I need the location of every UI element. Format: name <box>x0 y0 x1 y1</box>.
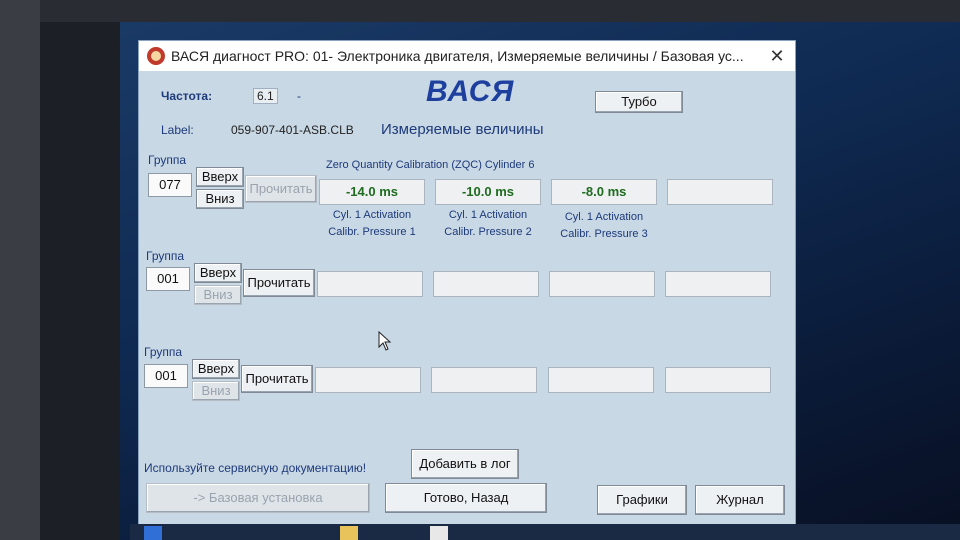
group-2-read-button[interactable]: Прочитать <box>243 269 315 297</box>
group-3-cell-4 <box>665 367 771 393</box>
group-2-up-button[interactable]: Вверх <box>194 263 242 283</box>
group-1-caption: Группа <box>148 153 187 167</box>
group-2-cell-4 <box>665 271 771 297</box>
app-window: ВАСЯ диагност PRO: 01- Электроника двига… <box>138 40 796 527</box>
mouse-cursor-icon <box>378 331 392 351</box>
group-2-number-input[interactable]: 001 <box>146 267 190 291</box>
taskbar-folder-icon[interactable] <box>340 526 358 540</box>
basic-setting-button[interactable]: -> Базовая установка <box>146 483 370 513</box>
group-1-down-button[interactable]: Вниз <box>196 189 244 209</box>
group-3-down-button[interactable]: Вниз <box>192 381 240 401</box>
group-2-cell-1 <box>317 271 423 297</box>
monitor-bezel-top <box>0 0 960 22</box>
brand-logo: ВАСЯ <box>426 75 515 108</box>
group-1-cell-3: -8.0 ms <box>551 179 657 205</box>
group-1-cell-1: -14.0 ms <box>319 179 425 205</box>
group-1-cell-1-label: Cyl. 1 Activation Calibr. Pressure 1 <box>328 209 416 238</box>
group-1-cell-3-label: Cyl. 1 Activation Calibr. Pressure 3 <box>560 211 648 240</box>
group-1-cell-2: -10.0 ms <box>435 179 541 205</box>
group-3-cell-1 <box>315 367 421 393</box>
taskbar-document-icon[interactable] <box>430 526 448 540</box>
group-1-up-button[interactable]: Вверх <box>196 167 244 187</box>
group-3-cell-2 <box>431 367 537 393</box>
taskbar <box>130 524 960 540</box>
title-bar: ВАСЯ диагност PRO: 01- Электроника двига… <box>139 41 795 71</box>
group-2-caption: Группа <box>146 249 185 263</box>
group-1-read-button[interactable]: Прочитать <box>245 175 317 203</box>
group-3-cell-3 <box>548 367 654 393</box>
label-caption: Label: <box>161 123 194 137</box>
group-2-cell-3 <box>549 271 655 297</box>
graphs-button[interactable]: Графики <box>597 485 687 515</box>
window-title: ВАСЯ диагност PRO: 01- Электроника двига… <box>171 48 744 64</box>
group-3-number-input[interactable]: 001 <box>144 364 188 388</box>
group-1-cell-2-label: Cyl. 1 Activation Calibr. Pressure 2 <box>444 209 532 238</box>
close-button[interactable]: ✕ <box>767 46 787 66</box>
taskbar-windows-icon[interactable] <box>144 526 162 540</box>
group-3-caption: Группа <box>144 345 183 359</box>
app-logo-icon <box>147 47 165 65</box>
service-doc-hint: Используйте сервисную документацию! <box>144 461 367 475</box>
group-3-read-button[interactable]: Прочитать <box>241 365 313 393</box>
group-1-cell-4 <box>667 179 773 205</box>
add-to-log-button[interactable]: Добавить в лог <box>411 449 519 479</box>
label-file: 059-907-401-ASB.CLB <box>231 123 354 137</box>
monitor-bezel-left <box>0 0 40 540</box>
journal-button[interactable]: Журнал <box>695 485 785 515</box>
turbo-button[interactable]: Турбо <box>595 91 683 113</box>
group-2-down-button[interactable]: Вниз <box>194 285 242 305</box>
done-back-button[interactable]: Готово, Назад <box>385 483 547 513</box>
group-3-up-button[interactable]: Вверх <box>192 359 240 379</box>
group-1-description: Zero Quantity Calibration (ZQC) Cylinder… <box>326 159 535 171</box>
frequency-label: Частота: <box>161 89 213 103</box>
group-1-number-input[interactable]: 077 <box>148 173 192 197</box>
client-area: Частота: 6.1 - ВАСЯ Турбо Label: 059-907… <box>139 71 795 527</box>
frequency-value: 6.1 <box>253 88 278 104</box>
frequency-suffix: - <box>297 89 301 103</box>
group-2-cell-2 <box>433 271 539 297</box>
mode-title: Измеряемые величины <box>381 121 544 138</box>
